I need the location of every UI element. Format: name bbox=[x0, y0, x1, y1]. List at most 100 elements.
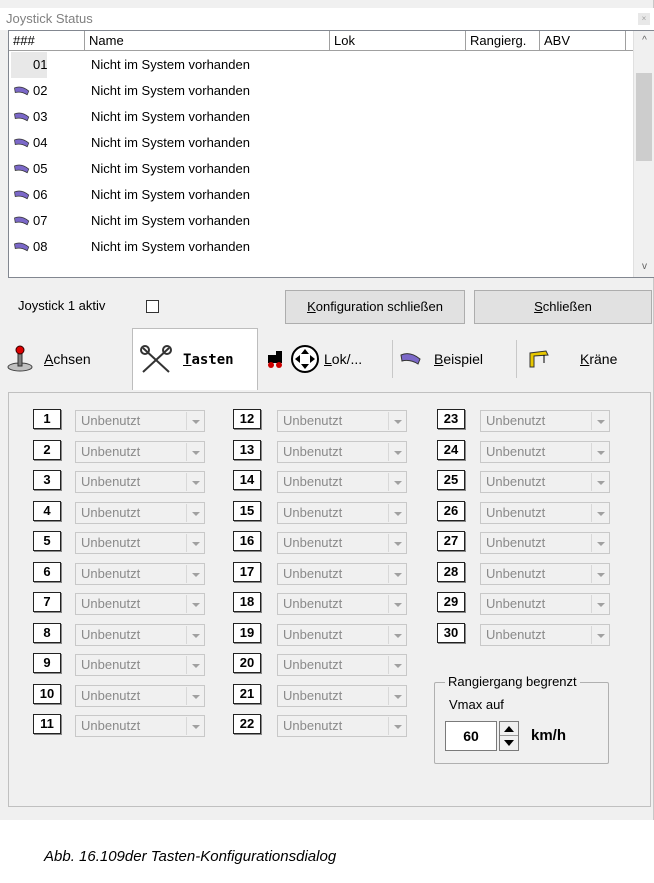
tab-beispiel[interactable]: Beispiel bbox=[400, 330, 510, 388]
chevron-down-icon[interactable] bbox=[388, 686, 405, 705]
button-function-select[interactable]: Unbenutzt bbox=[75, 715, 205, 737]
column-header-name[interactable]: Name bbox=[85, 31, 330, 51]
button-function-select[interactable]: Unbenutzt bbox=[277, 532, 407, 554]
button-function-select[interactable]: Unbenutzt bbox=[277, 410, 407, 432]
button-function-select[interactable]: Unbenutzt bbox=[480, 440, 610, 463]
button-function-value: Unbenutzt bbox=[81, 687, 141, 703]
chevron-down-icon[interactable] bbox=[388, 656, 405, 674]
button-function-select[interactable]: Unbenutzt bbox=[277, 562, 407, 585]
chevron-down-icon[interactable] bbox=[388, 473, 405, 491]
chevron-down-icon[interactable] bbox=[186, 656, 203, 674]
column-header-rangierg[interactable]: Rangierg. bbox=[466, 31, 540, 51]
list-item[interactable]: 01 Nicht im System vorhanden bbox=[9, 52, 634, 78]
button-function-select[interactable]: Unbenutzt bbox=[75, 562, 205, 585]
button-function-select[interactable]: Unbenutzt bbox=[480, 623, 610, 646]
list-item-number: 01 bbox=[11, 52, 48, 78]
button-function-select[interactable]: Unbenutzt bbox=[277, 593, 407, 615]
scroll-down-icon[interactable]: v bbox=[634, 257, 654, 277]
chevron-down-icon[interactable] bbox=[591, 442, 608, 461]
column-header-lok[interactable]: Lok bbox=[330, 31, 466, 51]
chevron-down-icon[interactable] bbox=[388, 564, 405, 583]
list-item[interactable]: 03 Nicht im System vorhanden bbox=[9, 104, 634, 130]
close-label: chließen bbox=[542, 299, 592, 314]
button-number-label: 5 bbox=[33, 531, 61, 551]
spin-up-icon[interactable] bbox=[500, 722, 518, 736]
vmax-input[interactable]: 60 bbox=[445, 721, 497, 751]
joystick-active-checkbox[interactable] bbox=[146, 300, 159, 313]
chevron-down-icon[interactable] bbox=[591, 412, 608, 430]
chevron-down-icon[interactable] bbox=[591, 625, 608, 644]
tab-achsen[interactable]: Achsen bbox=[6, 330, 130, 388]
chevron-down-icon[interactable] bbox=[591, 564, 608, 583]
button-function-select[interactable]: Unbenutzt bbox=[480, 501, 610, 524]
button-function-select[interactable]: Unbenutzt bbox=[75, 532, 205, 554]
vmax-spinner[interactable] bbox=[499, 721, 519, 751]
button-function-select[interactable]: Unbenutzt bbox=[277, 501, 407, 524]
close-configuration-button[interactable]: Konfiguration schließen bbox=[285, 290, 465, 324]
chevron-down-icon[interactable] bbox=[591, 595, 608, 613]
button-number-label: 24 bbox=[437, 439, 465, 460]
list-item[interactable]: 05 Nicht im System vorhanden bbox=[9, 156, 634, 182]
close-button[interactable]: Schließen bbox=[474, 290, 652, 324]
tab-kraene[interactable]: Kräne bbox=[528, 330, 648, 388]
list-item[interactable]: 06 Nicht im System vorhanden bbox=[9, 182, 634, 208]
list-item[interactable]: 07 Nicht im System vorhanden bbox=[9, 208, 634, 234]
chevron-down-icon[interactable] bbox=[186, 595, 203, 613]
chevron-down-icon[interactable] bbox=[591, 534, 608, 552]
scrollbar-thumb[interactable] bbox=[636, 73, 652, 161]
button-function-select[interactable]: Unbenutzt bbox=[75, 410, 205, 432]
spin-down-icon[interactable] bbox=[500, 736, 518, 750]
button-function-select[interactable]: Unbenutzt bbox=[75, 501, 205, 524]
close-accel: S bbox=[534, 299, 543, 314]
chevron-down-icon[interactable] bbox=[591, 473, 608, 491]
scroll-up-icon[interactable]: ^ bbox=[634, 31, 654, 51]
chevron-down-icon[interactable] bbox=[591, 503, 608, 522]
chevron-down-icon[interactable] bbox=[388, 442, 405, 461]
chevron-down-icon[interactable] bbox=[388, 412, 405, 430]
column-header-abv[interactable]: ABV bbox=[540, 31, 626, 51]
chevron-down-icon[interactable] bbox=[388, 717, 405, 735]
button-function-select[interactable]: Unbenutzt bbox=[277, 654, 407, 676]
button-function-select[interactable]: Unbenutzt bbox=[75, 623, 205, 646]
button-function-select[interactable]: Unbenutzt bbox=[75, 440, 205, 463]
chevron-down-icon[interactable] bbox=[388, 595, 405, 613]
chevron-down-icon[interactable] bbox=[186, 686, 203, 705]
button-function-select[interactable]: Unbenutzt bbox=[480, 532, 610, 554]
chevron-down-icon[interactable] bbox=[186, 717, 203, 735]
chevron-down-icon[interactable] bbox=[186, 564, 203, 583]
button-function-select[interactable]: Unbenutzt bbox=[480, 410, 610, 432]
button-number-label: 10 bbox=[33, 683, 61, 704]
button-number-label: 3 bbox=[33, 470, 61, 490]
chevron-down-icon[interactable] bbox=[186, 412, 203, 430]
joystick-list[interactable]: ### Name Lok Rangierg. ABV 01 Nicht im Sy… bbox=[8, 30, 654, 278]
column-header-number[interactable]: ### bbox=[9, 31, 85, 51]
button-function-select[interactable]: Unbenutzt bbox=[75, 593, 205, 615]
button-function-select[interactable]: Unbenutzt bbox=[75, 684, 205, 707]
button-function-select[interactable]: Unbenutzt bbox=[277, 715, 407, 737]
list-scrollbar[interactable]: ^ v bbox=[633, 31, 654, 277]
chevron-down-icon[interactable] bbox=[186, 442, 203, 461]
button-function-value: Unbenutzt bbox=[81, 413, 141, 428]
button-function-select[interactable]: Unbenutzt bbox=[277, 440, 407, 463]
button-function-select[interactable]: Unbenutzt bbox=[75, 471, 205, 493]
button-function-select[interactable]: Unbenutzt bbox=[75, 654, 205, 676]
tab-tasten[interactable]: Tasten bbox=[132, 328, 258, 390]
button-function-select[interactable]: Unbenutzt bbox=[277, 623, 407, 646]
button-function-select[interactable]: Unbenutzt bbox=[480, 471, 610, 493]
chevron-down-icon[interactable] bbox=[388, 625, 405, 644]
chevron-down-icon[interactable] bbox=[388, 534, 405, 552]
list-item[interactable]: 04 Nicht im System vorhanden bbox=[9, 130, 634, 156]
chevron-down-icon[interactable] bbox=[388, 503, 405, 522]
button-function-select[interactable]: Unbenutzt bbox=[277, 471, 407, 493]
button-function-select[interactable]: Unbenutzt bbox=[480, 593, 610, 615]
chevron-down-icon[interactable] bbox=[186, 473, 203, 491]
chevron-down-icon[interactable] bbox=[186, 534, 203, 552]
tab-lok[interactable]: Lok/... bbox=[266, 330, 390, 388]
list-item[interactable]: 08 Nicht im System vorhanden bbox=[9, 234, 634, 260]
chevron-down-icon[interactable] bbox=[186, 625, 203, 644]
chevron-down-icon[interactable] bbox=[186, 503, 203, 522]
list-item[interactable]: 02 Nicht im System vorhanden bbox=[9, 78, 634, 104]
button-function-select[interactable]: Unbenutzt bbox=[277, 684, 407, 707]
close-window-button[interactable]: × bbox=[638, 13, 650, 25]
button-function-select[interactable]: Unbenutzt bbox=[480, 562, 610, 585]
